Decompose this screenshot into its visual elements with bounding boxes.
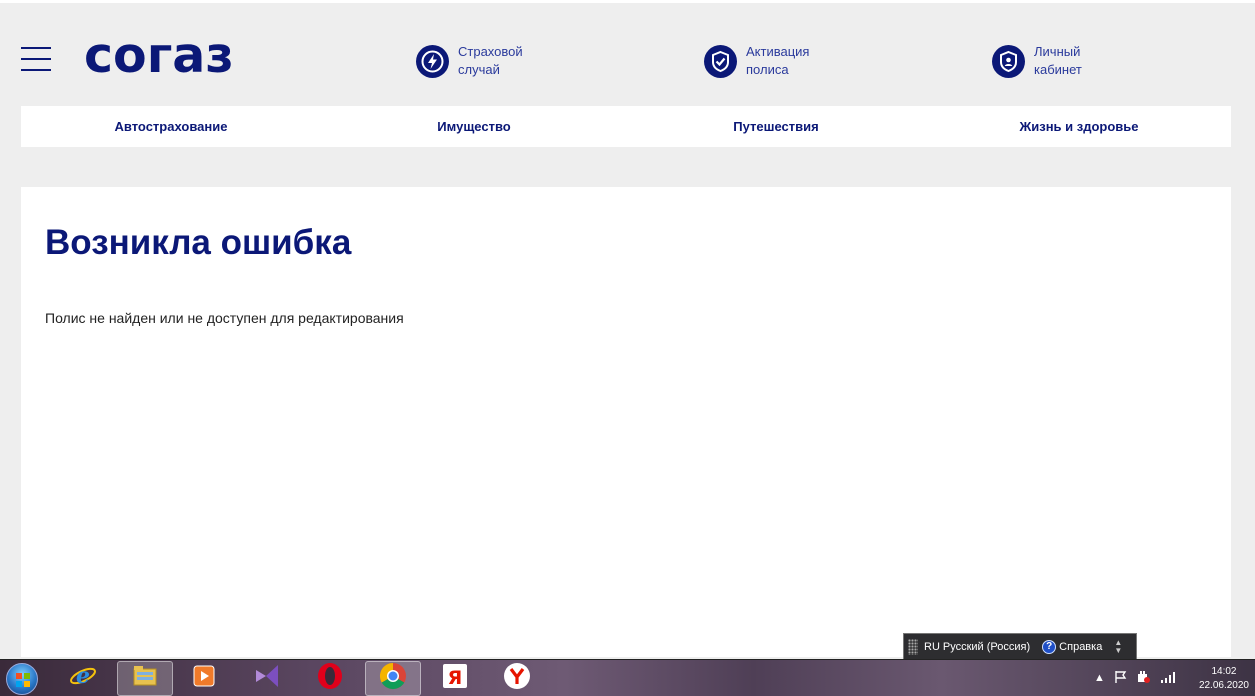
error-message: Полис не найден или не доступен для реда… (45, 310, 404, 326)
nav-item-life-health[interactable]: Жизнь и здоровье (959, 106, 1199, 147)
start-button[interactable] (2, 661, 42, 696)
power-icon[interactable] (1136, 670, 1150, 687)
check-shield-icon (704, 44, 737, 78)
svg-text:e: e (76, 663, 90, 689)
taskbar-visual-studio[interactable] (239, 661, 295, 696)
personal-account-label: Личный кабинет (1034, 44, 1082, 77)
page-title: Возникла ошибка (45, 223, 352, 262)
taskbar: e Я ▲ 14:02 22.06.2020 (0, 659, 1255, 696)
action-center-flag-icon[interactable] (1114, 670, 1128, 687)
sogaz-logo[interactable]: согаз (84, 30, 234, 82)
help-button[interactable]: ? Справка (1042, 639, 1103, 654)
nav-item-property[interactable]: Имущество (354, 106, 594, 147)
content-panel: Возникла ошибка Полис не найден или не д… (21, 187, 1231, 657)
taskbar-opera[interactable] (302, 661, 358, 696)
clock-date: 22.06.2020 (1198, 680, 1249, 691)
help-icon: ? (1042, 639, 1057, 654)
language-bar-options-icon[interactable]: ▲ ▼ (1114, 638, 1122, 655)
main-nav: Автострахование Имущество Путешествия Жи… (21, 106, 1231, 147)
taskbar-file-explorer[interactable] (117, 661, 173, 696)
policy-activation-link[interactable]: Активация полиса (704, 42, 836, 80)
system-tray: ▲ 14:02 22.06.2020 (1080, 660, 1255, 696)
opera-icon (315, 661, 345, 696)
language-name[interactable]: Русский (Россия) (943, 641, 1030, 653)
taskbar-internet-explorer[interactable]: e (55, 661, 111, 696)
insurance-case-label: Страховой случай (458, 44, 523, 77)
personal-account-link[interactable]: Личный кабинет (992, 42, 1124, 80)
file-explorer-icon (130, 661, 160, 696)
svg-text:Я: Я (448, 667, 463, 689)
nav-item-travel[interactable]: Путешествия (656, 106, 896, 147)
yandex-icon: Я (440, 661, 470, 696)
help-label: Справка (1059, 640, 1103, 653)
top-border (0, 0, 1255, 3)
taskbar-yandex-browser[interactable] (489, 661, 545, 696)
user-shield-icon (992, 44, 1025, 78)
taskbar-clock[interactable]: 14:02 22.06.2020 (1199, 665, 1249, 693)
windows-logo-icon (6, 662, 38, 695)
taskbar-chrome[interactable] (365, 661, 421, 696)
language-bar[interactable]: RU Русский (Россия) ? Справка ▲ ▼ (903, 633, 1137, 660)
taskbar-yandex[interactable]: Я (427, 661, 483, 696)
drag-handle-icon[interactable] (908, 638, 918, 655)
show-hidden-icons-icon[interactable]: ▲ (1094, 672, 1105, 684)
nav-item-auto-insurance[interactable]: Автострахование (51, 106, 291, 147)
clock-time: 14:02 (1211, 666, 1237, 677)
lightning-icon (416, 44, 449, 78)
menu-burger-icon[interactable] (21, 47, 51, 71)
network-signal-icon[interactable] (1160, 670, 1176, 687)
policy-activation-label: Активация полиса (746, 44, 810, 77)
media-player-icon (189, 661, 219, 696)
chrome-icon (378, 661, 408, 696)
insurance-case-link[interactable]: Страховой случай (416, 42, 548, 80)
language-code[interactable]: RU (924, 641, 940, 653)
visual-studio-icon (252, 661, 282, 696)
yandex-browser-icon (502, 661, 532, 696)
taskbar-media-player[interactable] (176, 661, 232, 696)
internet-explorer-icon: e (68, 661, 98, 696)
